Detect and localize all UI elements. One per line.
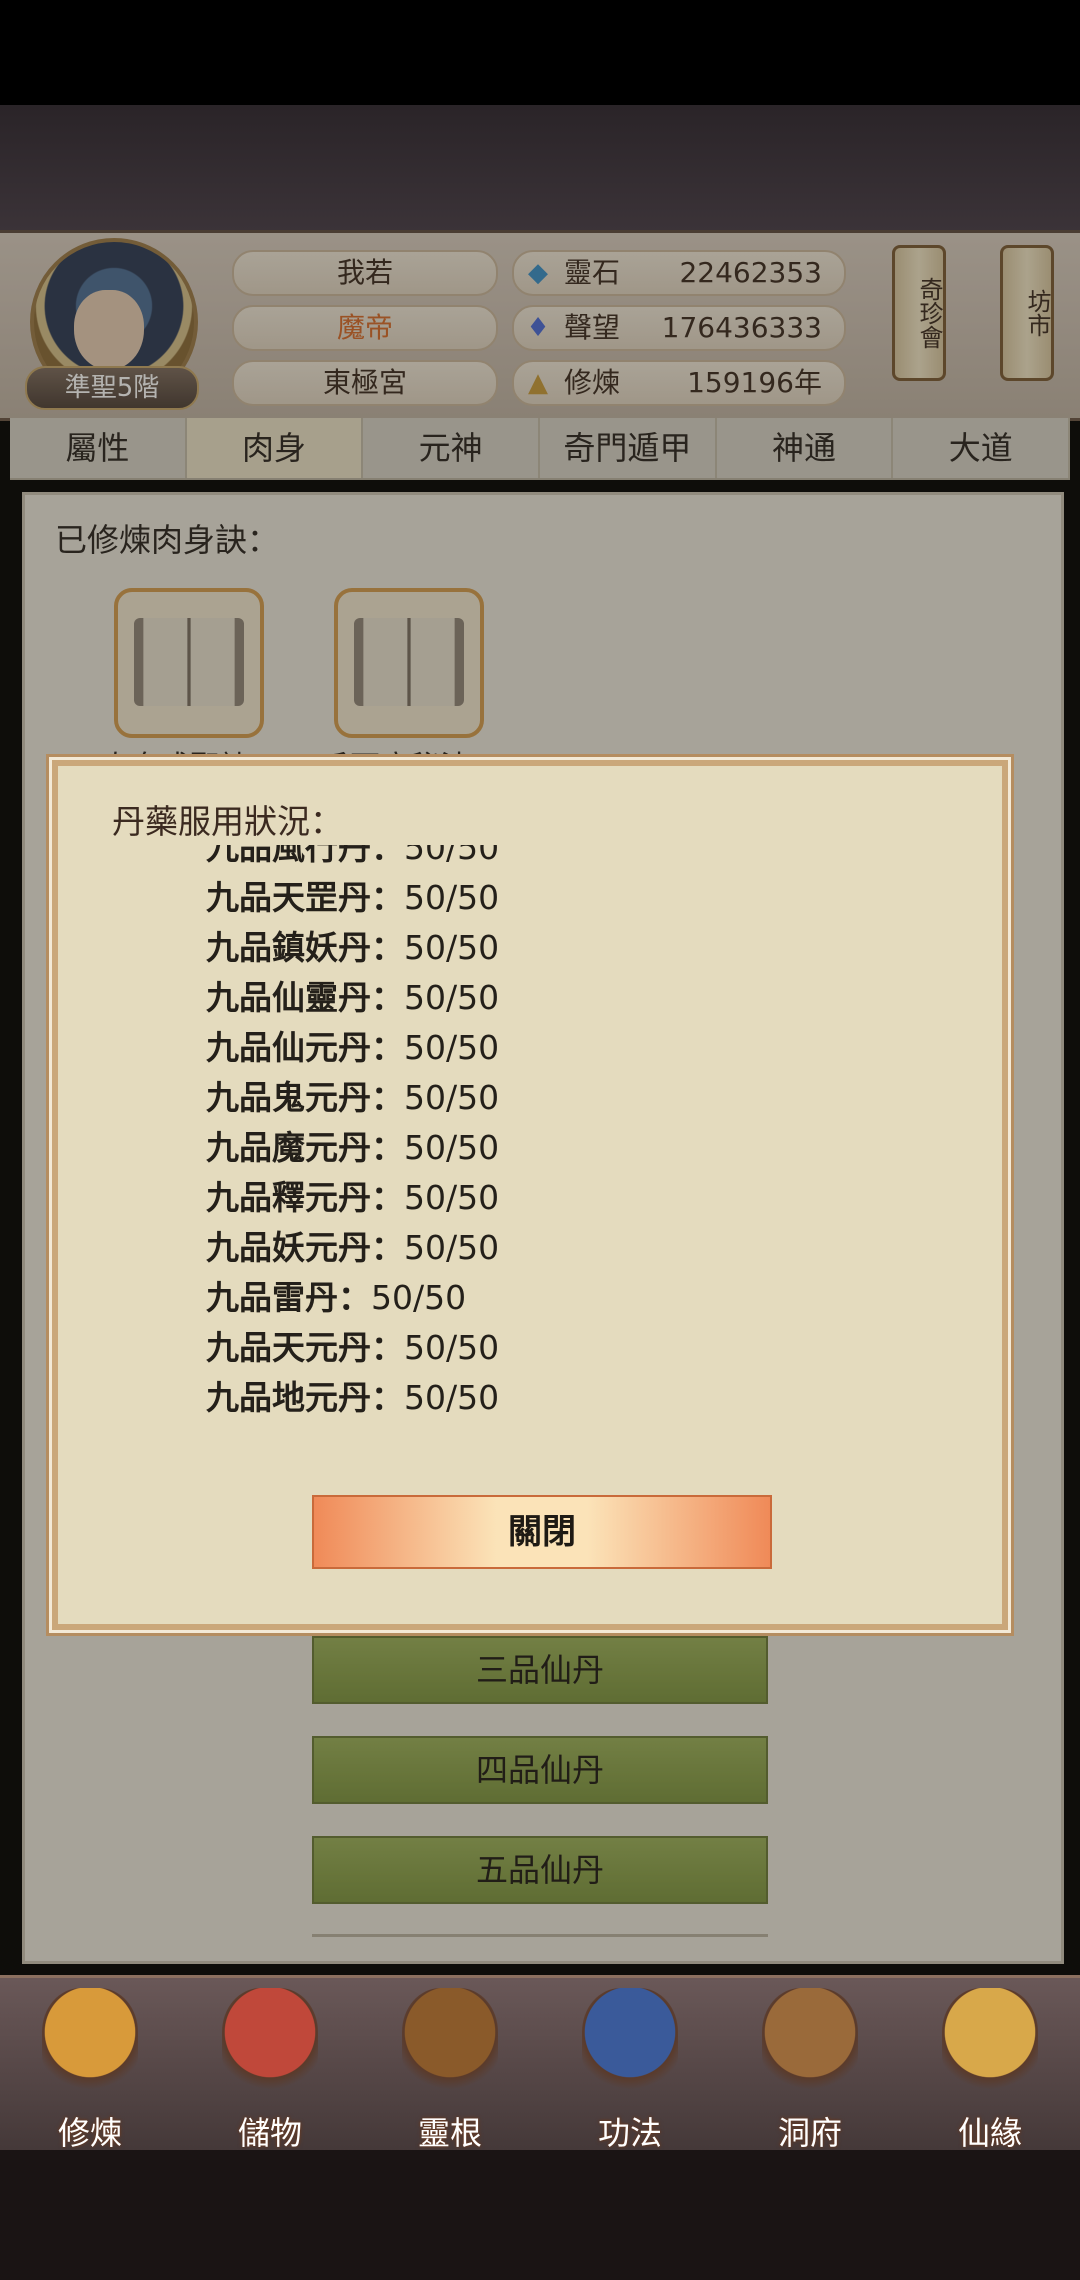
pill-status-item: 九品妖元丹：50/50 [206, 1228, 500, 1267]
pill-status-item: 九品雷丹：50/50 [206, 1278, 467, 1317]
pill-status-item: 九品鬼元丹：50/50 [206, 1078, 500, 1117]
nav-spirit-root[interactable]: 靈根 [360, 1978, 540, 2153]
pill-status-item: 九品地元丹：50/50 [206, 1378, 500, 1417]
cultivate-icon [42, 1988, 138, 2098]
pill-status-item: 九品魔元丹：50/50 [206, 1128, 500, 1167]
dialog-title: 丹藥服用狀況： [112, 802, 343, 841]
pill-status-list[interactable]: 九品風行丹：50/50 九品天罡丹：50/50 九品鎮妖丹：50/50 九品仙靈… [206, 845, 906, 1445]
pill-status-item: 九品天元丹：50/50 [206, 1328, 500, 1367]
nav-immortal-fate[interactable]: 仙緣 [900, 1978, 1080, 2153]
spirit-root-icon [402, 1988, 498, 2098]
top-band [0, 105, 1080, 230]
immortal-fate-icon [942, 1988, 1038, 2098]
system-nav-area [0, 2150, 1080, 2280]
pill-status-item: 九品鎮妖丹：50/50 [206, 928, 500, 967]
storage-bag-icon [222, 1988, 318, 2098]
nav-cave-dwelling[interactable]: 洞府 [720, 1978, 900, 2153]
nav-technique[interactable]: 功法 [540, 1978, 720, 2153]
cave-dwelling-icon [762, 1988, 858, 2098]
nav-cultivate[interactable]: 修煉 [0, 1978, 180, 2153]
technique-book-icon [582, 1988, 678, 2098]
pill-status-item: 九品天罡丹：50/50 [206, 878, 500, 917]
pill-status-item: 九品風行丹：50/50 [206, 845, 500, 867]
nav-storage[interactable]: 儲物 [180, 1978, 360, 2153]
bottom-nav: 修煉 儲物 靈根 功法 洞府 仙緣 [0, 1975, 1080, 2153]
pill-status-item: 九品仙靈丹：50/50 [206, 978, 500, 1017]
status-bar [0, 0, 1080, 105]
pill-status-item: 九品仙元丹：50/50 [206, 1028, 500, 1067]
close-button[interactable]: 關閉 [312, 1495, 772, 1569]
pill-status-items: 九品風行丹：50/50 九品天罡丹：50/50 九品鎮妖丹：50/50 九品仙靈… [206, 845, 499, 1421]
pill-status-item: 九品釋元丹：50/50 [206, 1178, 500, 1217]
